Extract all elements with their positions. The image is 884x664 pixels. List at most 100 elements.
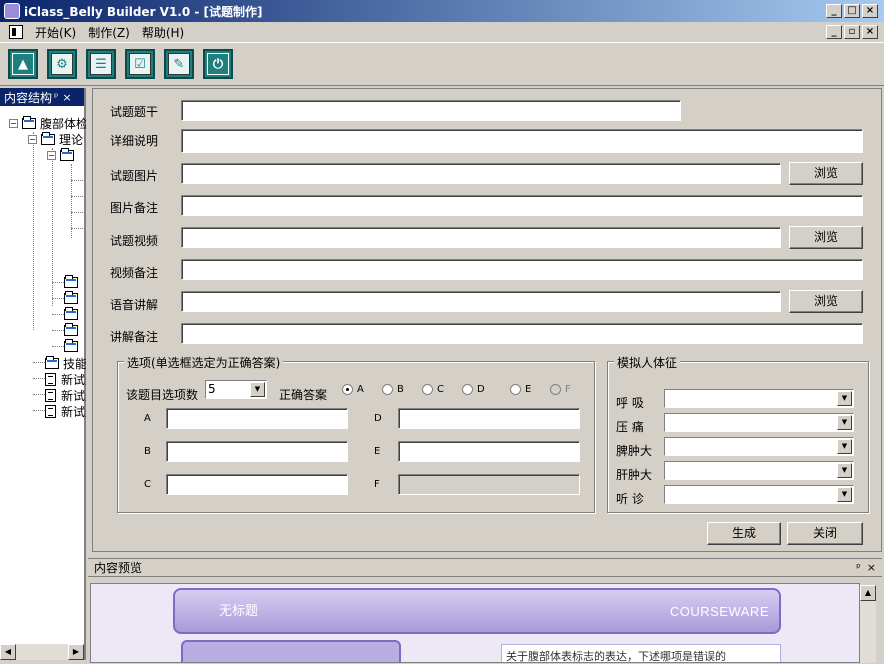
tree-node-folder[interactable] bbox=[64, 306, 82, 322]
option-c-input[interactable] bbox=[166, 474, 348, 495]
preview-canvas: 无标题 COURSEWARE 关于腹部体表标志的表达，下述哪项是错误的 bbox=[90, 583, 860, 663]
folder-icon bbox=[22, 115, 36, 129]
tree-node-question[interactable]: 新试题 bbox=[45, 403, 86, 419]
tree-node-folder[interactable] bbox=[64, 274, 82, 290]
answer-radio-c[interactable]: C bbox=[422, 384, 444, 395]
sign-label-breathing: 呼 吸 bbox=[616, 396, 644, 410]
detail-input[interactable] bbox=[181, 129, 863, 153]
preview-card-title: 无标题 bbox=[219, 604, 259, 619]
chevron-down-icon[interactable]: ▼ bbox=[837, 439, 852, 454]
radio-icon bbox=[422, 384, 433, 395]
browse-video-button[interactable]: 浏览 bbox=[789, 226, 863, 249]
answer-radio-e[interactable]: E bbox=[510, 384, 531, 395]
image-input[interactable] bbox=[181, 163, 781, 184]
exit-button[interactable]: ⏻ bbox=[203, 49, 233, 79]
document-icon bbox=[45, 372, 56, 386]
child-minimize-button[interactable]: _ bbox=[826, 25, 842, 39]
checklist-button[interactable]: ☑ bbox=[125, 49, 155, 79]
close-form-button[interactable]: 关闭 bbox=[787, 522, 863, 545]
answer-radio-d[interactable]: D bbox=[462, 384, 485, 395]
radio-icon bbox=[550, 384, 561, 395]
tree-node-subfolder[interactable]: − bbox=[47, 147, 78, 163]
document-menu-icon[interactable] bbox=[9, 25, 23, 39]
form-button[interactable]: ☰ bbox=[86, 49, 116, 79]
option-d-input[interactable] bbox=[398, 408, 580, 429]
sign-select-breathing[interactable]: ▼ bbox=[664, 389, 854, 408]
gear-icon: ⚙ bbox=[51, 53, 73, 75]
content-structure-pane: 内容结构 ᵖ × − 腹部体检 − 理论 − 技能 新试 新试 新试 ◀ ▶ bbox=[0, 88, 86, 660]
maximize-button[interactable]: □ bbox=[844, 4, 860, 18]
answer-radio-a[interactable]: A bbox=[342, 384, 364, 395]
option-a-input[interactable] bbox=[166, 408, 348, 429]
video-input[interactable] bbox=[181, 227, 781, 248]
settings-button[interactable]: ⚙ bbox=[47, 49, 77, 79]
stem-input[interactable] bbox=[181, 100, 681, 121]
menu-help[interactable]: 帮助(H) bbox=[136, 24, 190, 41]
preview-vertical-scrollbar[interactable]: ▲ bbox=[860, 585, 876, 663]
option-b-input[interactable] bbox=[166, 441, 348, 462]
pin-icon[interactable]: ᵖ bbox=[856, 561, 861, 574]
options-group: 选项(单选框选定为正确答案) 该题目选项数 5 ▼ 正确答案 A B C D E… bbox=[117, 354, 595, 513]
menu-start[interactable]: 开始(K) bbox=[29, 24, 82, 41]
scroll-right-icon[interactable]: ▶ bbox=[68, 644, 84, 660]
scroll-up-icon[interactable]: ▲ bbox=[860, 585, 876, 601]
tools-button[interactable]: ✎ bbox=[164, 49, 194, 79]
audio-input[interactable] bbox=[181, 291, 781, 312]
menu-make[interactable]: 制作(Z) bbox=[82, 24, 136, 41]
tree-node-question[interactable]: 新试题 bbox=[45, 387, 86, 403]
audio-note-label: 讲解备注 bbox=[110, 330, 159, 344]
collapse-icon[interactable]: − bbox=[47, 150, 56, 160]
chevron-down-icon[interactable]: ▼ bbox=[837, 391, 852, 406]
collapse-icon[interactable]: − bbox=[28, 134, 37, 144]
collapse-icon[interactable]: − bbox=[9, 118, 18, 128]
answer-radio-b[interactable]: B bbox=[382, 384, 404, 395]
option-count-select[interactable]: 5 ▼ bbox=[205, 380, 267, 399]
folder-icon bbox=[64, 290, 78, 304]
courseware-logo: COURSEWARE bbox=[669, 604, 769, 619]
option-c-label: C bbox=[144, 479, 151, 490]
tree-node-root[interactable]: − 腹部体检 bbox=[9, 115, 86, 131]
sign-select-hepatomegaly[interactable]: ▼ bbox=[664, 461, 854, 480]
sign-select-tenderness[interactable]: ▼ bbox=[664, 413, 854, 432]
document-icon bbox=[45, 388, 56, 402]
navigate-button[interactable]: ▲ bbox=[8, 49, 38, 79]
tree-node-theory[interactable]: − 理论 bbox=[28, 131, 83, 147]
option-count-label: 该题目选项数 bbox=[126, 388, 199, 402]
close-button[interactable]: × bbox=[862, 4, 878, 18]
close-icon[interactable]: × bbox=[867, 561, 876, 574]
folder-icon bbox=[41, 131, 55, 145]
browse-image-button[interactable]: 浏览 bbox=[789, 162, 863, 185]
folder-icon bbox=[64, 306, 78, 320]
option-d-label: D bbox=[374, 413, 382, 424]
folder-icon bbox=[60, 147, 74, 161]
browse-audio-button[interactable]: 浏览 bbox=[789, 290, 863, 313]
tree-node-folder[interactable] bbox=[64, 290, 82, 306]
scroll-left-icon[interactable]: ◀ bbox=[0, 644, 16, 660]
tree-node-question[interactable]: 新试题 bbox=[45, 371, 86, 387]
sign-select-splenomegaly[interactable]: ▼ bbox=[664, 437, 854, 456]
child-restore-button[interactable]: ▫ bbox=[844, 25, 860, 39]
chevron-down-icon[interactable]: ▼ bbox=[837, 487, 852, 502]
options-group-title: 选项(单选框选定为正确答案) bbox=[124, 354, 284, 371]
tree-horizontal-scrollbar[interactable]: ◀ ▶ bbox=[0, 644, 84, 660]
audio-note-input[interactable] bbox=[181, 323, 863, 344]
tree-node-folder[interactable] bbox=[64, 338, 82, 354]
preview-card: 无标题 COURSEWARE bbox=[173, 588, 781, 634]
chevron-down-icon[interactable]: ▼ bbox=[250, 382, 265, 397]
chevron-down-icon[interactable]: ▼ bbox=[837, 463, 852, 478]
close-icon[interactable]: × bbox=[62, 91, 71, 104]
tree-node-skills[interactable]: 技能 bbox=[45, 355, 86, 371]
chevron-down-icon[interactable]: ▼ bbox=[837, 415, 852, 430]
child-close-button[interactable]: × bbox=[862, 25, 878, 39]
option-e-input[interactable] bbox=[398, 441, 580, 462]
answer-label: 正确答案 bbox=[279, 388, 328, 402]
pin-icon[interactable]: ᵖ bbox=[54, 92, 58, 103]
generate-button[interactable]: 生成 bbox=[707, 522, 781, 545]
tree-node-folder[interactable] bbox=[64, 322, 82, 338]
minimize-button[interactable]: _ bbox=[826, 4, 842, 18]
sign-select-auscultation[interactable]: ▼ bbox=[664, 485, 854, 504]
video-note-input[interactable] bbox=[181, 259, 863, 280]
folder-icon bbox=[64, 274, 78, 288]
sign-label-auscultation: 听 诊 bbox=[616, 492, 644, 506]
image-note-input[interactable] bbox=[181, 195, 863, 216]
